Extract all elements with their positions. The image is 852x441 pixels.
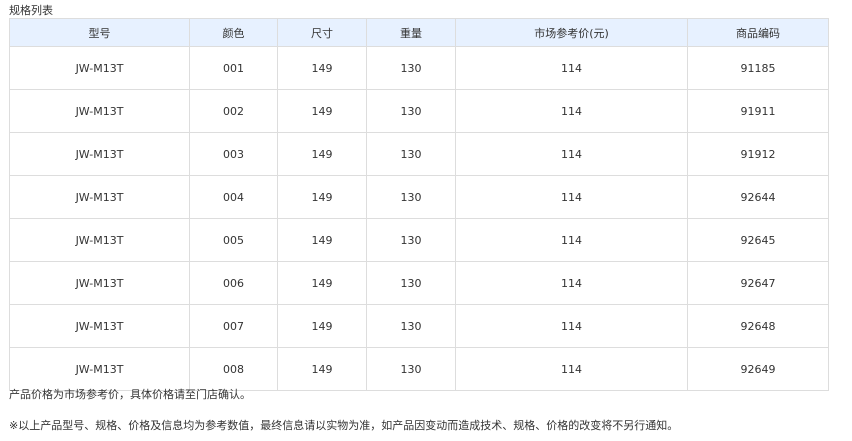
column-header-model: 型号 — [9, 18, 190, 47]
cell-size: 149 — [277, 347, 367, 391]
cell-price: 114 — [455, 347, 688, 391]
cell-color: 001 — [189, 46, 278, 90]
cell-color: 005 — [189, 218, 278, 262]
cell-model: JW-M13T — [9, 218, 190, 262]
cell-weight: 130 — [366, 261, 456, 305]
cell-price: 114 — [455, 261, 688, 305]
table-row: JW-M13T 001 149 130 114 91185 — [9, 46, 829, 90]
cell-product-code: 92647 — [687, 261, 829, 305]
cell-size: 149 — [277, 89, 367, 133]
spec-table-header: 型号 颜色 尺寸 重量 市场参考价(元) 商品编码 — [9, 18, 829, 47]
table-row: JW-M13T 007 149 130 114 92648 — [9, 304, 829, 348]
table-row: JW-M13T 002 149 130 114 91911 — [9, 89, 829, 133]
cell-price: 114 — [455, 175, 688, 219]
cell-weight: 130 — [366, 46, 456, 90]
cell-product-code: 92648 — [687, 304, 829, 348]
spec-table: 型号 颜色 尺寸 重量 市场参考价(元) 商品编码 JW-M13T 001 14… — [9, 18, 829, 391]
table-row: JW-M13T 006 149 130 114 92647 — [9, 261, 829, 305]
cell-size: 149 — [277, 261, 367, 305]
cell-weight: 130 — [366, 89, 456, 133]
column-header-product-code: 商品编码 — [687, 18, 829, 47]
price-note: 产品价格为市场参考价，具体价格请至门店确认。 — [9, 388, 251, 401]
cell-color: 006 — [189, 261, 278, 305]
cell-color: 008 — [189, 347, 278, 391]
cell-model: JW-M13T — [9, 347, 190, 391]
cell-model: JW-M13T — [9, 89, 190, 133]
table-row: JW-M13T 003 149 130 114 91912 — [9, 132, 829, 176]
cell-product-code: 92649 — [687, 347, 829, 391]
cell-product-code: 91185 — [687, 46, 829, 90]
cell-color: 003 — [189, 132, 278, 176]
cell-price: 114 — [455, 46, 688, 90]
cell-weight: 130 — [366, 347, 456, 391]
cell-weight: 130 — [366, 175, 456, 219]
cell-product-code: 91911 — [687, 89, 829, 133]
cell-weight: 130 — [366, 218, 456, 262]
cell-weight: 130 — [366, 304, 456, 348]
column-header-color: 颜色 — [189, 18, 278, 47]
table-row: JW-M13T 005 149 130 114 92645 — [9, 218, 829, 262]
cell-product-code: 92644 — [687, 175, 829, 219]
cell-color: 007 — [189, 304, 278, 348]
cell-product-code: 91912 — [687, 132, 829, 176]
column-header-price: 市场参考价(元) — [455, 18, 688, 47]
cell-model: JW-M13T — [9, 46, 190, 90]
spec-table-body: JW-M13T 001 149 130 114 91185 JW-M13T 00… — [9, 46, 829, 391]
header-row: 型号 颜色 尺寸 重量 市场参考价(元) 商品编码 — [9, 18, 829, 47]
cell-model: JW-M13T — [9, 175, 190, 219]
table-row: JW-M13T 008 149 130 114 92649 — [9, 347, 829, 391]
cell-model: JW-M13T — [9, 304, 190, 348]
table-row: JW-M13T 004 149 130 114 92644 — [9, 175, 829, 219]
cell-size: 149 — [277, 218, 367, 262]
cell-size: 149 — [277, 304, 367, 348]
cell-model: JW-M13T — [9, 132, 190, 176]
cell-model: JW-M13T — [9, 261, 190, 305]
cell-price: 114 — [455, 304, 688, 348]
cell-price: 114 — [455, 89, 688, 133]
column-header-size: 尺寸 — [277, 18, 367, 47]
cell-color: 004 — [189, 175, 278, 219]
cell-price: 114 — [455, 132, 688, 176]
cell-price: 114 — [455, 218, 688, 262]
cell-size: 149 — [277, 46, 367, 90]
cell-size: 149 — [277, 175, 367, 219]
section-title: 规格列表 — [9, 4, 53, 17]
cell-weight: 130 — [366, 132, 456, 176]
column-header-weight: 重量 — [366, 18, 456, 47]
disclaimer-note: ※以上产品型号、规格、价格及信息均为参考数值，最终信息请以实物为准，如产品因变动… — [9, 419, 679, 432]
cell-product-code: 92645 — [687, 218, 829, 262]
cell-color: 002 — [189, 89, 278, 133]
cell-size: 149 — [277, 132, 367, 176]
